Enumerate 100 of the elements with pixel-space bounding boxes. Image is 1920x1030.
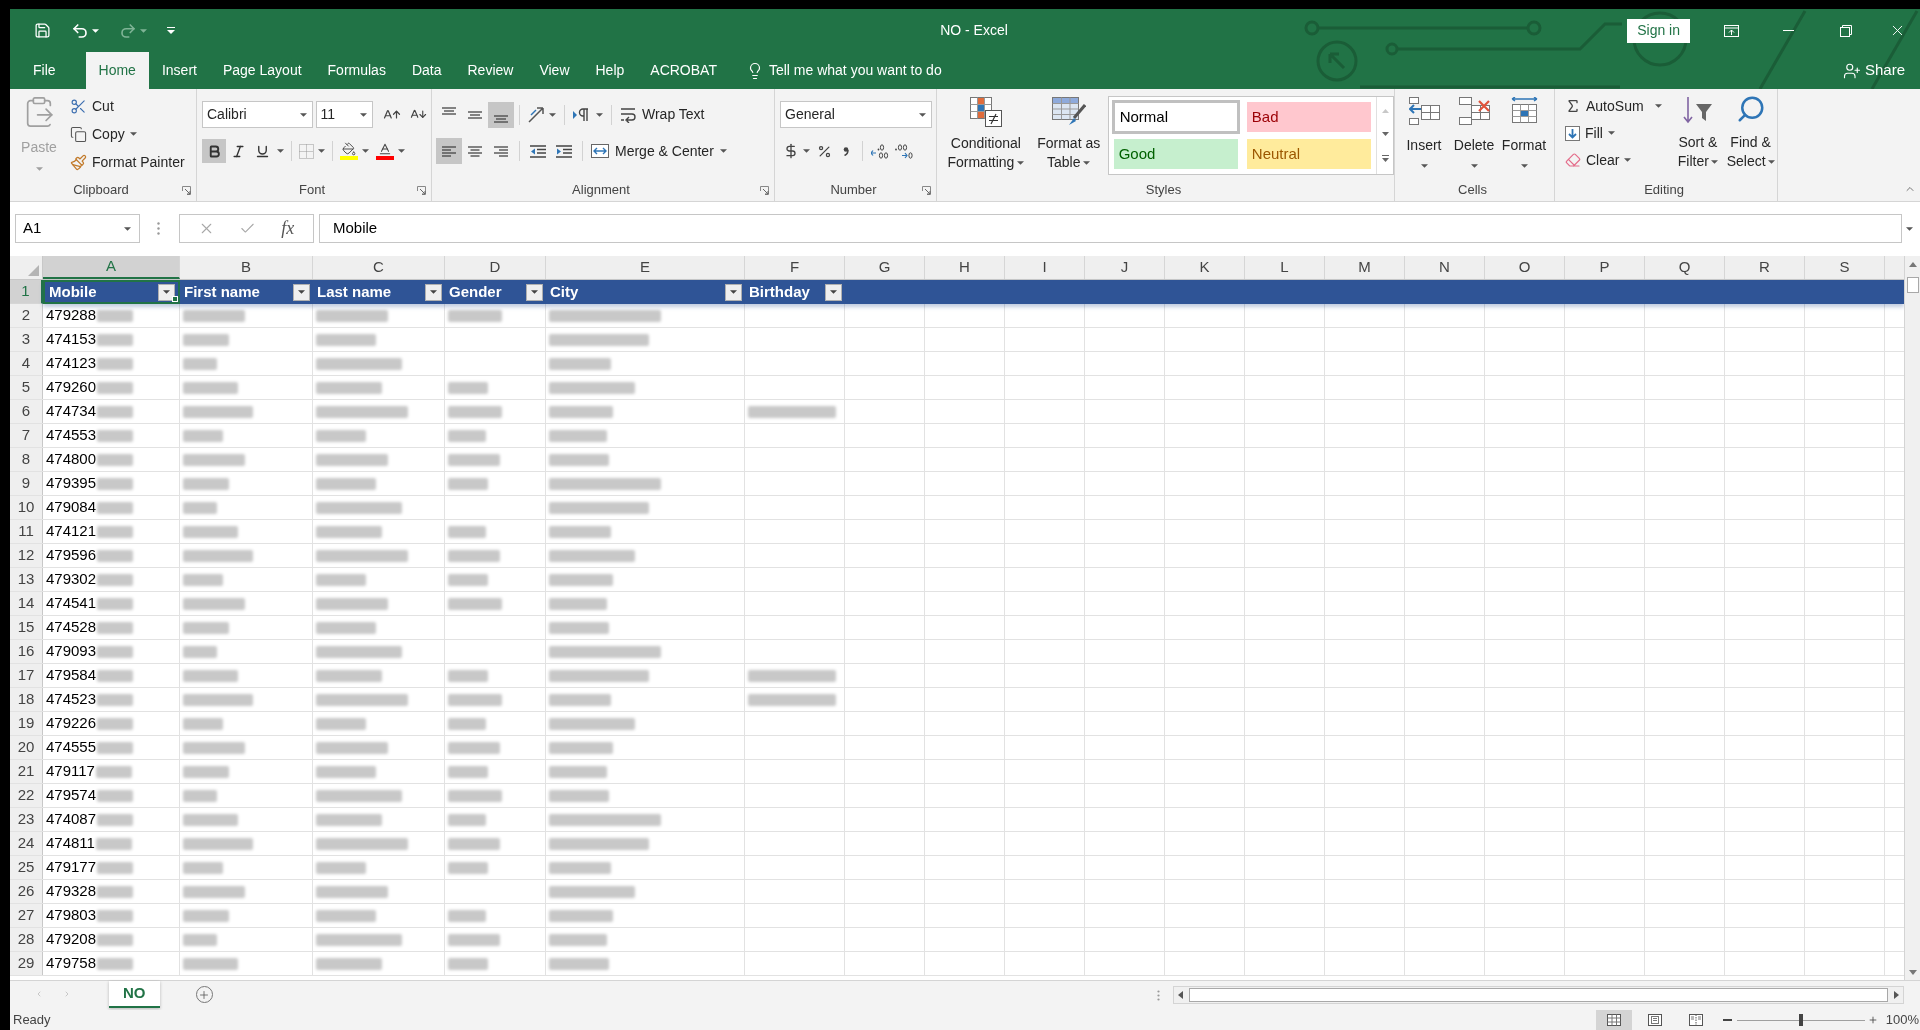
row-header[interactable]: 17	[10, 664, 43, 687]
column-header[interactable]: A	[43, 256, 180, 279]
zoom-slider[interactable]	[1736, 1014, 1865, 1026]
format-as-table-button[interactable]: Format as Table	[1032, 94, 1105, 179]
column-header[interactable]: M	[1325, 256, 1405, 279]
sign-in-button[interactable]: Sign in	[1627, 18, 1690, 43]
row-header[interactable]: 12	[10, 544, 43, 567]
ribbon-tab[interactable]: Home	[85, 52, 149, 89]
row-header[interactable]: 26	[10, 880, 43, 903]
scroll-up-arrow-icon[interactable]	[1908, 262, 1917, 267]
scroll-left-arrow-icon[interactable]	[1178, 991, 1183, 999]
filter-dropdown-button[interactable]	[526, 283, 543, 301]
scrollbar-thumb[interactable]	[1189, 988, 1888, 1002]
row-header[interactable]: 25	[10, 856, 43, 879]
row-header[interactable]: 18	[10, 688, 43, 711]
font-size-field[interactable]: 11	[315, 101, 374, 128]
column-header[interactable]: H	[925, 256, 1005, 279]
column-header[interactable]: L	[1245, 256, 1325, 279]
cell-style-option[interactable]: Normal	[1111, 100, 1240, 134]
row-header[interactable]: 19	[10, 712, 43, 735]
scroll-down-arrow-icon[interactable]	[1908, 970, 1917, 975]
row-header[interactable]: 3	[10, 328, 43, 351]
ribbon-tab[interactable]: Data	[398, 52, 455, 89]
row-header[interactable]: 22	[10, 784, 43, 807]
ribbon-tab[interactable]: View	[526, 52, 583, 89]
row-header[interactable]: 11	[10, 520, 43, 543]
cell-style-option[interactable]: Neutral	[1246, 139, 1371, 169]
column-header[interactable]: C	[313, 256, 445, 279]
column-header[interactable]: E	[546, 256, 745, 279]
row-header[interactable]: 5	[10, 376, 43, 399]
column-header[interactable]: S	[1805, 256, 1885, 279]
column-header[interactable]: B	[180, 256, 313, 279]
view-mode-button[interactable]	[1595, 1010, 1632, 1030]
copy-button[interactable]: Copy	[67, 121, 188, 147]
ribbon-tab[interactable]: Formulas	[314, 52, 399, 89]
filter-dropdown-button[interactable]	[825, 283, 842, 301]
row-header[interactable]: 7	[10, 424, 43, 447]
column-header[interactable]: J	[1085, 256, 1165, 279]
row-header[interactable]: 4	[10, 352, 43, 375]
vertical-align-button[interactable]	[488, 101, 514, 128]
horizontal-align-button[interactable]	[436, 138, 462, 164]
ribbon-tab[interactable]: File	[20, 52, 69, 89]
row-header[interactable]: 28	[10, 928, 43, 951]
bold-button[interactable]	[202, 139, 226, 163]
cells-command-button[interactable]: Format	[1499, 97, 1549, 179]
column-header[interactable]: F	[745, 256, 845, 279]
name-box-field[interactable]: A1	[15, 214, 140, 243]
number-format-field[interactable]: General	[780, 101, 932, 128]
ribbon-tab[interactable]: Review	[454, 52, 527, 89]
scroll-down-arrow-icon[interactable]	[1381, 132, 1389, 136]
ribbon-tab[interactable]: Help	[582, 52, 638, 89]
dialog-launcher-button[interactable]	[759, 184, 770, 196]
insert-function-button[interactable]: fx	[278, 215, 298, 242]
column-header[interactable]: O	[1485, 256, 1565, 279]
filter-dropdown-button[interactable]	[425, 283, 442, 301]
scrollbar-thumb[interactable]	[1906, 277, 1919, 293]
column-header[interactable]: K	[1165, 256, 1245, 279]
column-header[interactable]: D	[445, 256, 546, 279]
row-header[interactable]: 20	[10, 736, 43, 759]
find-select-button[interactable]: Find & Select	[1724, 93, 1777, 179]
row-header[interactable]: 29	[10, 952, 43, 975]
autosum-button[interactable]: AutoSum	[1562, 93, 1672, 119]
dialog-launcher-button[interactable]	[181, 184, 192, 196]
column-header[interactable]: Q	[1645, 256, 1725, 279]
row-header[interactable]: 13	[10, 568, 43, 591]
fill-button[interactable]: Fill	[1562, 120, 1672, 146]
more-styles-icon[interactable]	[1381, 154, 1389, 162]
column-header[interactable]: N	[1405, 256, 1485, 279]
row-header[interactable]: 15	[10, 616, 43, 639]
tell-me-search-field[interactable]: Tell me what you want to do	[768, 60, 984, 81]
sheet-tab[interactable]: NO	[109, 981, 160, 1008]
row-header[interactable]: 14	[10, 592, 43, 615]
zoom-slider-thumb[interactable]	[1798, 1014, 1803, 1026]
vertical-scrollbar[interactable]	[1904, 256, 1920, 980]
conditional-formatting-button[interactable]: Conditional Formatting	[939, 94, 1033, 179]
format-painter-button[interactable]: Format Painter	[67, 149, 188, 175]
row-header[interactable]: 9	[10, 472, 43, 495]
fill-handle-icon[interactable]	[172, 296, 178, 302]
dialog-launcher-button[interactable]	[416, 184, 427, 196]
row-header[interactable]: 27	[10, 904, 43, 927]
cell-style-option[interactable]: Bad	[1246, 102, 1371, 132]
cells-command-button[interactable]: Delete	[1449, 97, 1499, 179]
column-header[interactable]: P	[1565, 256, 1645, 279]
horizontal-scrollbar[interactable]	[1173, 986, 1904, 1004]
formula-input-field[interactable]: Mobile	[319, 214, 1902, 243]
ribbon-tab[interactable]: Page Layout	[209, 52, 315, 89]
wrap-text-button[interactable]: Wrap Text	[617, 101, 708, 128]
row-header[interactable]: 10	[10, 496, 43, 519]
scroll-right-arrow-icon[interactable]	[1894, 991, 1899, 999]
column-header[interactable]: I	[1005, 256, 1085, 279]
dialog-launcher-button[interactable]	[921, 184, 932, 196]
filter-dropdown-button[interactable]	[725, 283, 742, 301]
row-header[interactable]: 24	[10, 832, 43, 855]
row-header[interactable]: 21	[10, 760, 43, 783]
fill-color-button[interactable]	[338, 139, 371, 163]
row-header[interactable]: 2	[10, 304, 43, 327]
cut-button[interactable]: Cut	[67, 93, 188, 119]
merge-center-button[interactable]: Merge & Center	[588, 138, 730, 164]
filter-dropdown-button[interactable]	[158, 283, 175, 301]
share-button[interactable]: Share	[1842, 52, 1920, 89]
